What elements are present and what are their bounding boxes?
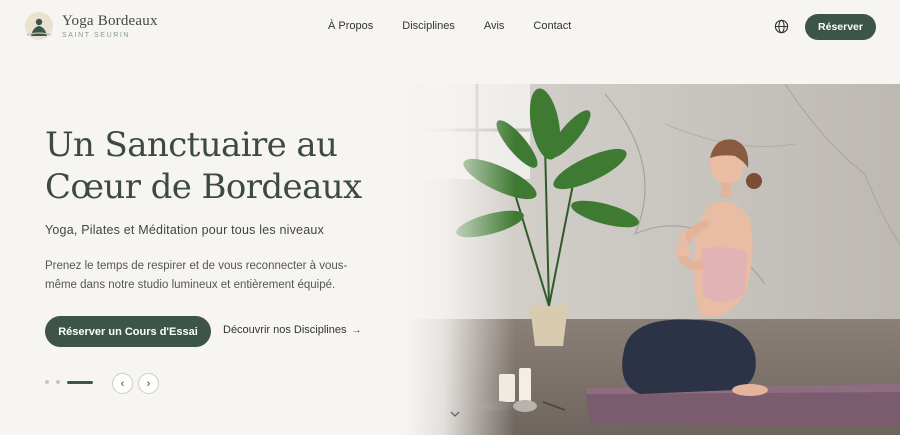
slider-prev-button[interactable]: ‹ [112, 373, 133, 394]
slider-dot[interactable] [45, 380, 49, 384]
brand-tagline: SAINT SEURIN [62, 31, 131, 39]
hero-title-line-2: Cœur de Bordeaux [45, 167, 362, 207]
slider-next-button[interactable]: › [138, 373, 159, 394]
brand-text: Yoga Bordeaux SAINT SEURIN [62, 12, 158, 39]
nav-item-avis[interactable]: Avis [484, 20, 505, 32]
site-header: Yoga Bordeaux SAINT SEURIN À Propos Disc… [0, 0, 900, 54]
hero-title: Un Sanctuaire au Cœur de Bordeaux [45, 124, 385, 208]
nav-item-contact[interactable]: Contact [533, 20, 571, 32]
discover-disciplines-label: Découvrir nos Disciplines [223, 324, 347, 336]
hero-image-fade [405, 84, 515, 435]
main-nav: À Propos Disciplines Avis Contact [328, 20, 600, 32]
nav-item-a-propos[interactable]: À Propos [328, 20, 373, 32]
hero-subtitle: Yoga, Pilates et Méditation pour tous le… [45, 223, 324, 237]
chevron-down-icon[interactable] [449, 409, 461, 419]
reserve-button[interactable]: Réserver [805, 14, 876, 40]
slider-dot-active[interactable] [67, 380, 93, 384]
meditation-figure-icon [25, 12, 53, 40]
slider-dot[interactable] [56, 380, 60, 384]
slider-pagination [45, 380, 93, 384]
nav-item-disciplines[interactable]: Disciplines [402, 20, 455, 32]
chevron-right-icon: › [146, 377, 151, 390]
globe-icon[interactable] [774, 19, 789, 34]
trial-class-button[interactable]: Réserver un Cours d'Essai [45, 316, 211, 347]
hero-title-line-1: Un Sanctuaire au [45, 125, 338, 165]
discover-disciplines-link[interactable]: Découvrir nos Disciplines → [223, 324, 362, 336]
brand-logo[interactable]: Yoga Bordeaux SAINT SEURIN [22, 11, 158, 41]
arrow-right-icon: → [351, 324, 362, 336]
chevron-left-icon: ‹ [120, 377, 125, 390]
hero-description: Prenez le temps de respirer et de vous r… [45, 260, 348, 291]
brand-name: Yoga Bordeaux [62, 12, 158, 29]
